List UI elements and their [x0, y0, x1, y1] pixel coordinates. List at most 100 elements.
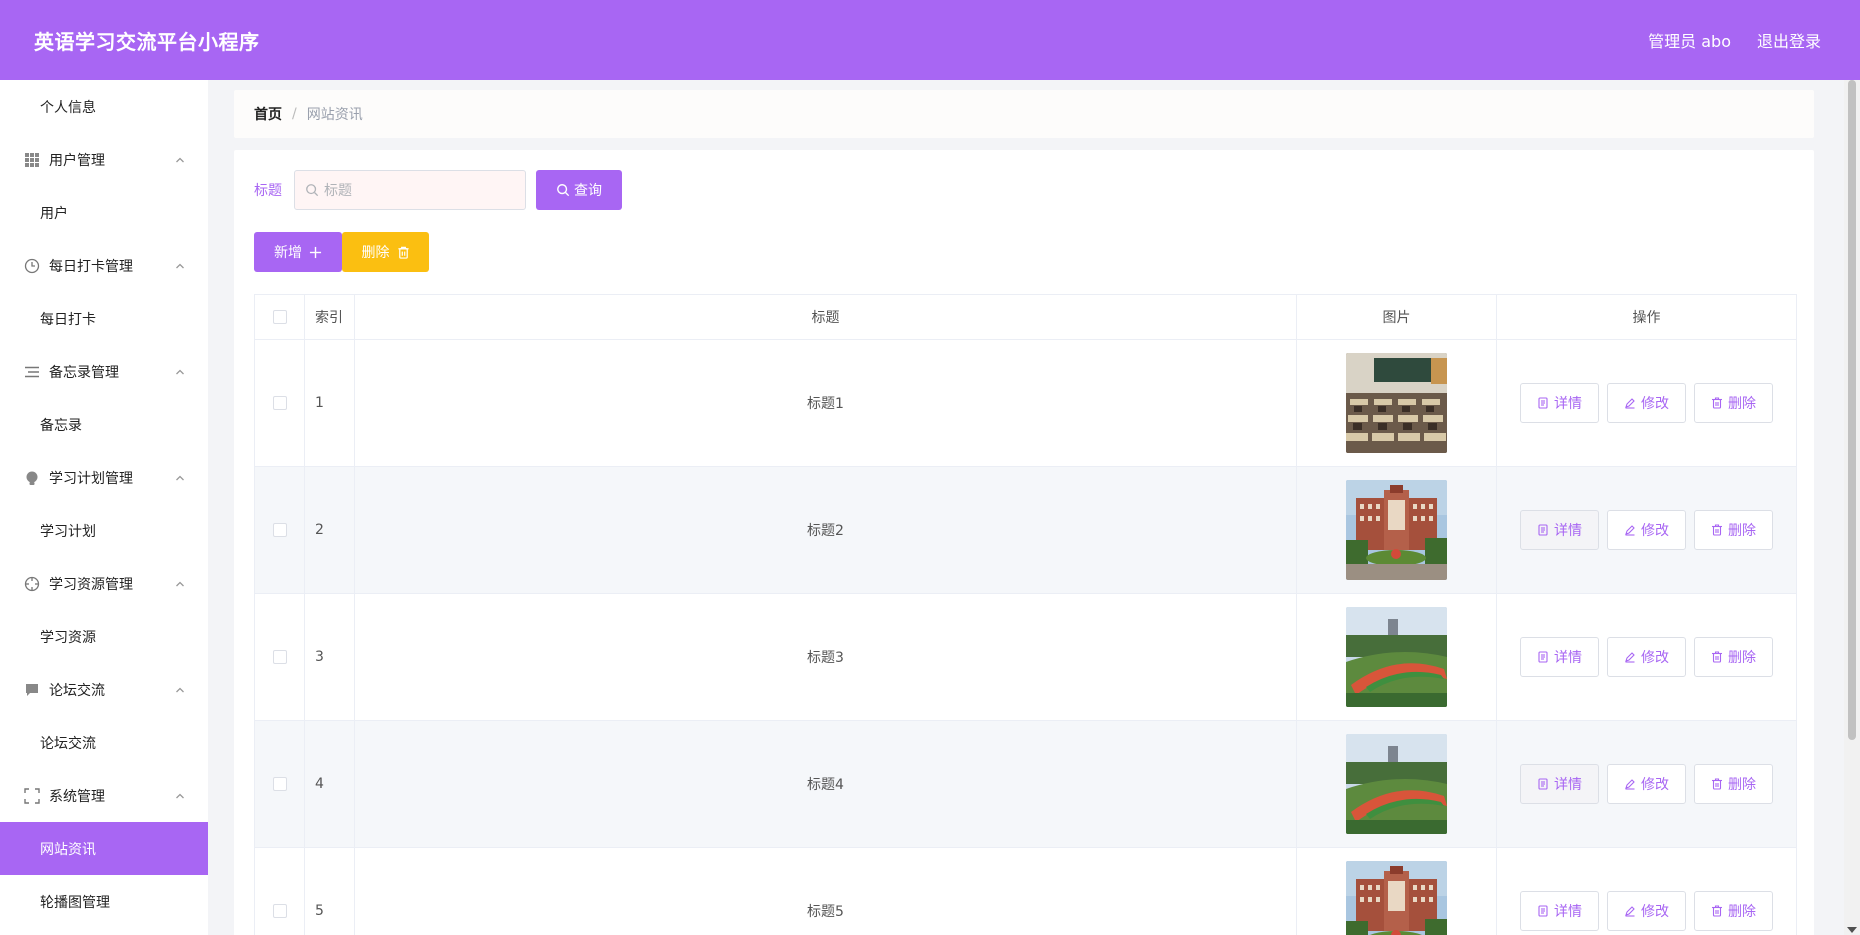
current-user-label: 管理员 abo: [1648, 32, 1731, 51]
sidebar-item-6[interactable]: 备忘录: [0, 398, 208, 451]
row-checkbox[interactable]: [272, 777, 287, 791]
row-thumbnail-image[interactable]: [1346, 480, 1447, 580]
edit-label: 修改: [1641, 777, 1669, 793]
pencil-icon: [1624, 524, 1641, 536]
detail-label: 详情: [1554, 777, 1582, 793]
sidebar-item-2[interactable]: 用户: [0, 186, 208, 239]
detail-button[interactable]: 详情: [1520, 510, 1599, 550]
row-thumbnail-image[interactable]: [1346, 353, 1447, 453]
row-image-cell: [1297, 467, 1497, 593]
document-icon: [1537, 524, 1554, 536]
edit-button[interactable]: 修改: [1607, 891, 1686, 931]
sidebar-item-label: 网站资讯: [40, 841, 96, 858]
row-thumbnail-image[interactable]: [1346, 607, 1447, 707]
sidebar-group-label: 学习计划管理: [49, 470, 133, 487]
sidebar-group-3[interactable]: 每日打卡管理: [0, 239, 208, 292]
trash-icon: [1711, 778, 1728, 790]
row-title: 标题5: [355, 848, 1297, 935]
row-image-cell: [1297, 721, 1497, 847]
detail-button[interactable]: 详情: [1520, 383, 1599, 423]
row-thumbnail-image[interactable]: [1346, 861, 1447, 935]
sidebar-group-7[interactable]: 学习计划管理: [0, 451, 208, 504]
row-actions: 详情 修改 删除: [1497, 467, 1796, 593]
breadcrumb-separator: /: [292, 106, 297, 122]
edit-button[interactable]: 修改: [1607, 637, 1686, 677]
edit-label: 修改: [1641, 523, 1669, 539]
add-button[interactable]: 新增: [254, 232, 342, 272]
grid-icon: [24, 152, 40, 168]
bulb-icon: [24, 470, 40, 486]
trash-icon: [1711, 905, 1728, 917]
edit-button[interactable]: 修改: [1607, 383, 1686, 423]
scroll-down-arrow[interactable]: [1847, 927, 1857, 933]
sidebar-item-label: 论坛交流: [40, 735, 96, 752]
row-check-cell: [255, 340, 305, 466]
edit-label: 修改: [1641, 396, 1669, 412]
delete-label: 删除: [1728, 396, 1756, 412]
delete-button[interactable]: 删除: [1694, 383, 1773, 423]
page-scrollbar[interactable]: [1844, 80, 1860, 935]
sidebar-item-8[interactable]: 学习计划: [0, 504, 208, 557]
table-row: 4 标题4 详情 修改 删除: [255, 721, 1796, 848]
sidebar-item-label: 个人信息: [40, 99, 96, 116]
sidebar-item-4[interactable]: 每日打卡: [0, 292, 208, 345]
row-title: 标题4: [355, 721, 1297, 847]
sidebar-item-0[interactable]: 个人信息: [0, 80, 208, 133]
add-label: 新增: [274, 245, 302, 261]
table-header-row: 索引 标题 图片 操作: [255, 295, 1796, 340]
edit-button[interactable]: 修改: [1607, 764, 1686, 804]
row-checkbox[interactable]: [272, 523, 287, 537]
select-all-checkbox[interactable]: [272, 310, 287, 324]
sidebar-group-13[interactable]: 系统管理: [0, 769, 208, 822]
row-checkbox[interactable]: [272, 650, 287, 664]
batch-delete-button[interactable]: 删除: [342, 232, 429, 272]
chevron-up-icon: [174, 578, 186, 590]
row-check-cell: [255, 721, 305, 847]
delete-button[interactable]: 删除: [1694, 764, 1773, 804]
sidebar-group-5[interactable]: 备忘录管理: [0, 345, 208, 398]
document-icon: [1537, 651, 1554, 663]
breadcrumb-home[interactable]: 首页: [254, 104, 282, 124]
sidebar-group-11[interactable]: 论坛交流: [0, 663, 208, 716]
row-checkbox[interactable]: [272, 396, 287, 410]
search-input[interactable]: 标题: [294, 170, 526, 210]
logout-link[interactable]: 退出登录: [1757, 28, 1821, 52]
delete-button[interactable]: 删除: [1694, 510, 1773, 550]
row-check-cell: [255, 848, 305, 935]
query-button[interactable]: 查询: [536, 170, 622, 210]
search-placeholder: 标题: [324, 183, 352, 199]
column-header-index: 索引: [305, 295, 355, 339]
sidebar-group-1[interactable]: 用户管理: [0, 133, 208, 186]
sidebar-item-label: 学习资源: [40, 629, 96, 646]
table-row: 2 标题2 详情 修改 删除: [255, 467, 1796, 594]
column-header-title: 标题: [355, 295, 1297, 339]
row-title: 标题1: [355, 340, 1297, 466]
detail-label: 详情: [1554, 523, 1582, 539]
edit-button[interactable]: 修改: [1607, 510, 1686, 550]
sidebar: 个人信息 用户管理 用户 每日打卡管理 每日打卡 备忘录管理 备忘录 学习计划管理 学习计划 学习…: [0, 80, 208, 935]
document-icon: [1537, 778, 1554, 790]
scrollbar-thumb[interactable]: [1848, 80, 1856, 740]
sidebar-item-10[interactable]: 学习资源: [0, 610, 208, 663]
delete-button[interactable]: 删除: [1694, 637, 1773, 677]
delete-button[interactable]: 删除: [1694, 891, 1773, 931]
chevron-up-icon: [174, 260, 186, 272]
row-actions: 详情 修改 删除: [1497, 340, 1796, 466]
column-header-actions: 操作: [1632, 310, 1661, 326]
detail-button[interactable]: 详情: [1520, 764, 1599, 804]
row-image-cell: [1297, 848, 1497, 935]
row-check-cell: [255, 594, 305, 720]
sidebar-item-15[interactable]: 轮播图管理: [0, 875, 208, 928]
row-thumbnail-image[interactable]: [1346, 734, 1447, 834]
detail-button[interactable]: 详情: [1520, 637, 1599, 677]
query-label: 查询: [574, 183, 602, 199]
clock-icon: [24, 258, 40, 274]
sidebar-group-9[interactable]: 学习资源管理: [0, 557, 208, 610]
delete-label: 删除: [1728, 777, 1756, 793]
delete-label: 删除: [1728, 523, 1756, 539]
detail-button[interactable]: 详情: [1520, 891, 1599, 931]
sidebar-group-label: 备忘录管理: [49, 364, 119, 381]
row-checkbox[interactable]: [272, 904, 287, 918]
sidebar-item-14[interactable]: 网站资讯: [0, 822, 208, 875]
sidebar-item-12[interactable]: 论坛交流: [0, 716, 208, 769]
